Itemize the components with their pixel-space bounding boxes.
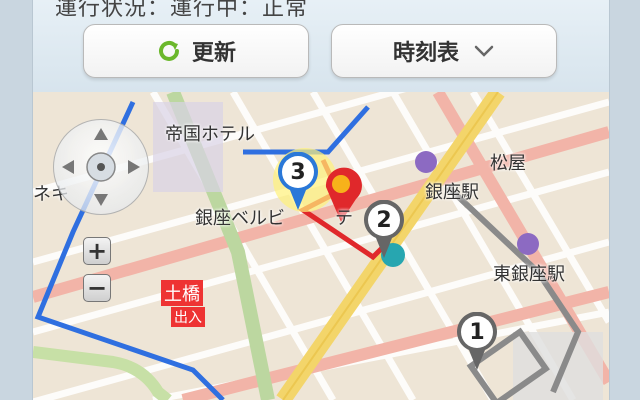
route-map[interactable]: 帝国ホテル 松屋 銀座駅 東銀座駅 銀座ベルビ テ ネキ 土橋 出入 + − 3… xyxy=(33,92,609,400)
minus-icon: − xyxy=(86,274,108,302)
timetable-button-label: 時刻表 xyxy=(392,41,459,66)
label-matsuya: 松屋 xyxy=(490,153,526,174)
pan-arrows-icon xyxy=(62,128,140,206)
label-exit: 出入 xyxy=(171,307,205,327)
map-pan-control[interactable] xyxy=(53,119,149,215)
zoom-out-button[interactable]: − xyxy=(83,274,111,302)
label-higashi-ginza-station: 東銀座駅 xyxy=(493,264,565,285)
label-ginza-bellevue: 銀座ベルビ xyxy=(195,208,285,229)
chevron-down-icon xyxy=(473,44,495,58)
timetable-button[interactable]: 時刻表 xyxy=(331,24,557,78)
refresh-icon xyxy=(156,38,182,64)
refresh-button-label: 更新 xyxy=(191,41,236,66)
label-dobashi: 土橋 xyxy=(161,280,203,306)
plus-icon: + xyxy=(86,237,108,265)
bus-stop-number: 1 xyxy=(469,319,485,345)
operation-status-text: 運行状況：運行中：正常 xyxy=(55,0,309,21)
label-ginza-bellevue-tail: テ xyxy=(335,208,353,229)
app-frame: 運行状況：運行中：正常 更新 時刻表 帝国ホテル 松屋 銀座駅 東銀座駅 銀座ベ… xyxy=(32,0,610,400)
bus-stop-number: 2 xyxy=(376,207,392,233)
top-bar: 運行状況：運行中：正常 更新 時刻表 xyxy=(33,0,609,93)
zoom-in-button[interactable]: + xyxy=(83,237,111,265)
label-ginza-station: 銀座駅 xyxy=(425,182,479,203)
bus-stop-number: 3 xyxy=(290,159,306,185)
refresh-button[interactable]: 更新 xyxy=(83,24,309,78)
label-imperial-hotel: 帝国ホテル xyxy=(165,124,255,145)
